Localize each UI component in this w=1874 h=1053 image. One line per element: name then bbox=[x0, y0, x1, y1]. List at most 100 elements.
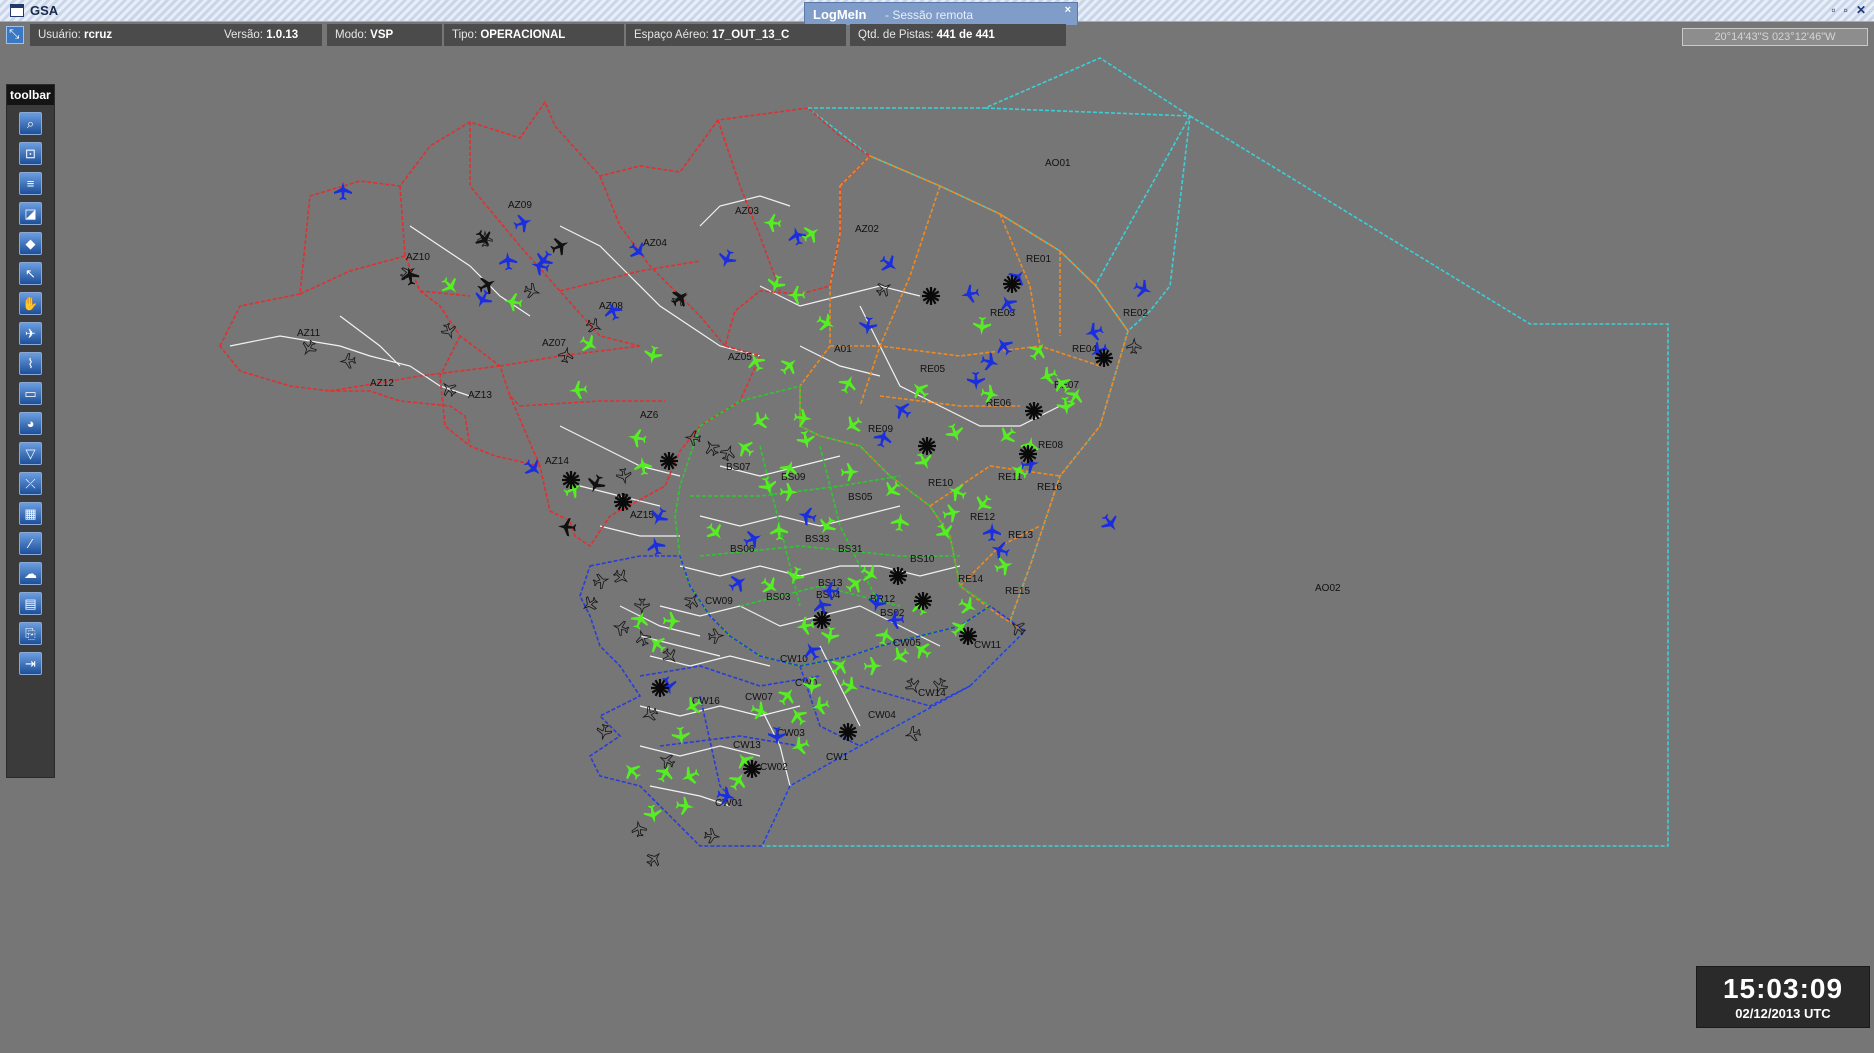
aircraft-icon-blue[interactable] bbox=[876, 251, 901, 276]
aircraft-icon-green[interactable] bbox=[633, 456, 654, 477]
aircraft-icon-green[interactable] bbox=[675, 796, 695, 816]
aircraft-icon-green[interactable] bbox=[907, 377, 932, 402]
outline-aircraft-icon[interactable] bbox=[702, 438, 722, 458]
aircraft-icon-green[interactable] bbox=[840, 463, 860, 482]
aircraft-icon-black[interactable] bbox=[667, 285, 692, 310]
close-window-icon[interactable]: ✕ bbox=[1856, 3, 1866, 17]
aircraft-icon-blue[interactable] bbox=[334, 182, 352, 200]
aircraft-icon-green[interactable] bbox=[814, 311, 838, 335]
outline-aircraft-icon[interactable] bbox=[584, 316, 603, 335]
cluster-star-icon[interactable] bbox=[889, 567, 907, 585]
cluster-star-icon[interactable] bbox=[839, 723, 857, 741]
aircraft-icon-green[interactable] bbox=[863, 657, 883, 676]
aircraft-icon-green[interactable] bbox=[776, 353, 801, 378]
outline-aircraft-icon[interactable] bbox=[644, 849, 664, 869]
outline-aircraft-icon[interactable] bbox=[339, 353, 356, 369]
aircraft-icon-green[interactable] bbox=[840, 412, 865, 437]
aircraft-icon-green[interactable] bbox=[653, 761, 677, 785]
restore-icon[interactable]: ▫ bbox=[1831, 3, 1835, 17]
aircraft-icon-blue[interactable] bbox=[1083, 321, 1105, 343]
aircraft-icon-blue[interactable] bbox=[966, 371, 986, 391]
outline-aircraft-icon[interactable] bbox=[1126, 337, 1142, 354]
aircraft-icon-blue[interactable] bbox=[532, 248, 557, 273]
aircraft-icon-green[interactable] bbox=[749, 700, 772, 723]
outline-aircraft-icon[interactable] bbox=[523, 282, 541, 300]
outline-aircraft-icon[interactable] bbox=[634, 629, 652, 647]
aircraft-icon-blue[interactable] bbox=[889, 397, 914, 422]
aircraft-icon-blue[interactable] bbox=[979, 351, 1001, 373]
aircraft-icon-green[interactable] bbox=[838, 674, 862, 698]
cluster-star-icon[interactable] bbox=[918, 437, 936, 455]
aircraft-icon-green[interactable] bbox=[941, 502, 963, 524]
resize-corner-icon[interactable] bbox=[6, 26, 24, 44]
outline-aircraft-icon[interactable] bbox=[1008, 618, 1028, 638]
cluster-star-icon[interactable] bbox=[660, 452, 678, 470]
cluster-star-icon[interactable] bbox=[922, 287, 940, 305]
aircraft-icon-green[interactable] bbox=[627, 428, 648, 449]
outline-aircraft-icon[interactable] bbox=[684, 430, 702, 446]
aircraft-icon-green[interactable] bbox=[793, 408, 813, 428]
aircraft-icon-blue[interactable] bbox=[1131, 277, 1154, 300]
aircraft-icon-green[interactable] bbox=[933, 520, 958, 545]
aircraft-icon-black[interactable] bbox=[400, 266, 421, 287]
outline-aircraft-icon[interactable] bbox=[611, 567, 631, 587]
outline-aircraft-icon[interactable] bbox=[703, 828, 721, 844]
aircraft-icon-blue[interactable] bbox=[498, 251, 518, 271]
aircraft-icon-green[interactable] bbox=[784, 565, 807, 588]
aircraft-icon-green[interactable] bbox=[779, 482, 799, 502]
aircraft-icon-green[interactable] bbox=[858, 562, 883, 587]
outline-aircraft-icon[interactable] bbox=[634, 598, 650, 615]
aircraft-icon-blue[interactable] bbox=[471, 287, 495, 311]
aircraft-icon-blue[interactable] bbox=[1097, 510, 1122, 535]
aircraft-icon-green[interactable] bbox=[795, 616, 816, 637]
outline-aircraft-icon[interactable] bbox=[708, 628, 725, 644]
aircraft-icon-green[interactable] bbox=[642, 344, 664, 366]
aircraft-icon-blue[interactable] bbox=[512, 212, 535, 235]
aircraft-icon-green[interactable] bbox=[993, 555, 1016, 578]
aircraft-icon-green[interactable] bbox=[702, 519, 727, 544]
aircraft-icon-green[interactable] bbox=[827, 653, 852, 678]
aircraft-icon-green[interactable] bbox=[732, 435, 757, 460]
aircraft-icon-blue[interactable] bbox=[796, 505, 818, 527]
cluster-star-icon[interactable] bbox=[1025, 402, 1043, 420]
outline-aircraft-icon[interactable] bbox=[616, 467, 633, 485]
aircraft-icon-green[interactable] bbox=[809, 695, 831, 717]
outline-aircraft-icon[interactable] bbox=[719, 444, 738, 463]
aircraft-icon-green[interactable] bbox=[762, 213, 782, 233]
outline-aircraft-icon[interactable] bbox=[580, 594, 600, 614]
remote-close-icon[interactable]: × bbox=[1065, 4, 1071, 16]
aircraft-icon-green[interactable] bbox=[678, 764, 702, 788]
aircraft-icon-blue[interactable] bbox=[858, 316, 878, 336]
aircraft-icon-black[interactable] bbox=[471, 226, 496, 251]
aircraft-icon-blue[interactable] bbox=[715, 247, 739, 271]
aircraft-icon-green[interactable] bbox=[890, 512, 910, 532]
aircraft-icon-blue[interactable] bbox=[645, 535, 667, 557]
aircraft-icon-blue[interactable] bbox=[982, 523, 1001, 542]
outline-aircraft-icon[interactable] bbox=[682, 591, 702, 611]
aircraft-icon-green[interactable] bbox=[769, 521, 789, 541]
aircraft-icon-green[interactable] bbox=[836, 372, 860, 396]
aircraft-icon-green[interactable] bbox=[973, 316, 992, 336]
aircraft-icon-blue[interactable] bbox=[959, 283, 980, 304]
outline-aircraft-icon[interactable] bbox=[612, 619, 630, 637]
aircraft-icon-blue[interactable] bbox=[991, 333, 1016, 358]
type-label: Tipo: bbox=[452, 29, 478, 41]
aircraft-icon-green[interactable] bbox=[994, 423, 1019, 448]
outline-aircraft-icon[interactable] bbox=[592, 572, 610, 590]
sector-label: CW1 bbox=[826, 752, 849, 763]
outline-aircraft-icon[interactable] bbox=[904, 725, 922, 742]
aircraft-icon-green[interactable] bbox=[619, 758, 644, 783]
sector-label: AZ04 bbox=[643, 238, 667, 249]
aircraft-icon-green[interactable] bbox=[1025, 338, 1050, 363]
aircraft-icon-green[interactable] bbox=[943, 421, 966, 444]
aircraft-icon-green[interactable] bbox=[879, 477, 904, 502]
sector-label: RE09 bbox=[868, 424, 893, 435]
aircraft-icon-green[interactable] bbox=[568, 380, 588, 400]
aircraft-icon-green[interactable] bbox=[642, 803, 663, 824]
outline-aircraft-icon[interactable] bbox=[440, 322, 459, 341]
outline-aircraft-icon[interactable] bbox=[631, 820, 647, 838]
aircraft-icon-green[interactable] bbox=[748, 409, 773, 434]
airspace-map[interactable]: AO01AO02AZ09AZ03AZ02AZ04AZ10RE01AZ08RE03… bbox=[0, 46, 1874, 1053]
maximize-icon[interactable]: ▫ bbox=[1844, 3, 1848, 17]
aircraft-icon-green[interactable] bbox=[786, 704, 811, 729]
